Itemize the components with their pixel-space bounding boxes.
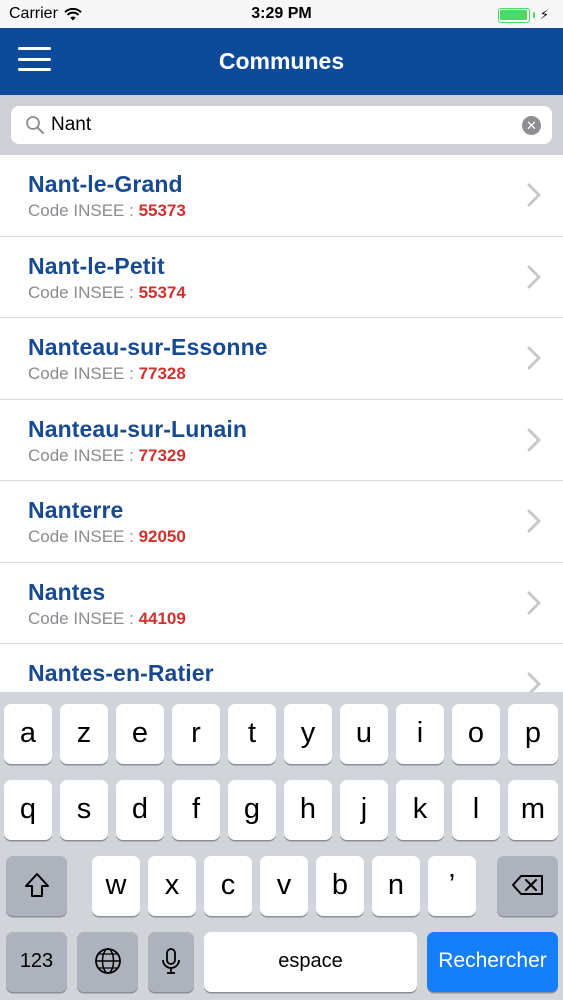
microphone-key[interactable]	[148, 932, 194, 992]
space-key[interactable]: espace	[204, 932, 417, 992]
key-z[interactable]: z	[60, 704, 108, 764]
commune-name: Nantes	[28, 578, 106, 605]
key-m[interactable]: m	[508, 780, 558, 840]
status-time: 3:29 PM	[251, 5, 312, 22]
key-b[interactable]: b	[316, 856, 364, 916]
key-x[interactable]: x	[148, 856, 196, 916]
search-icon	[26, 116, 44, 134]
key-o[interactable]: o	[452, 704, 500, 764]
key-e[interactable]: e	[116, 704, 164, 764]
key-h[interactable]: h	[284, 780, 332, 840]
globe-icon	[94, 948, 121, 974]
chevron-right-icon	[527, 183, 541, 207]
insee-code-value: 92050	[138, 527, 186, 546]
key-j[interactable]: j	[340, 780, 388, 840]
key-n[interactable]: n	[372, 856, 420, 916]
insee-code-value: 55374	[138, 282, 186, 302]
key-y[interactable]: y	[284, 704, 332, 764]
chevron-right-icon	[527, 591, 541, 614]
list-item[interactable]: Nanterre Code INSEE : 92050	[0, 481, 563, 563]
key-q[interactable]: q	[4, 780, 52, 840]
key-g[interactable]: g	[228, 780, 276, 840]
commune-name: Nanterre	[28, 497, 124, 523]
key-k[interactable]: k	[396, 780, 444, 840]
backspace-icon	[511, 875, 543, 895]
communes-list: Nant-le-Grand Code INSEE : 55373 Nant-le…	[0, 155, 563, 692]
search-field[interactable]: ✕	[11, 106, 552, 144]
clear-icon[interactable]: ✕	[522, 116, 541, 135]
search-bar: ✕	[0, 95, 563, 155]
commune-name: Nanteau-sur-Lunain	[28, 415, 248, 442]
insee-code-label: Code INSEE :	[28, 364, 139, 383]
insee-code: Code INSEE : 77329	[28, 446, 186, 466]
globe-key[interactable]	[77, 932, 138, 992]
commune-name: Nant-le-Grand	[28, 171, 183, 197]
key-w[interactable]: w	[92, 856, 140, 916]
chevron-right-icon	[527, 428, 541, 451]
charging-icon: ⚡	[539, 7, 549, 22]
insee-code-label: Code INSEE :	[28, 201, 139, 220]
insee-code-label: Code INSEE :	[28, 527, 139, 546]
key-v[interactable]: v	[260, 856, 308, 916]
list-item[interactable]: Nant-le-Grand Code INSEE : 55373	[0, 155, 563, 237]
shift-key[interactable]	[6, 856, 67, 916]
insee-code: Code INSEE : 44109	[28, 609, 186, 629]
key-l[interactable]: l	[452, 780, 500, 840]
key-u[interactable]: u	[340, 704, 388, 764]
shift-icon	[24, 873, 49, 897]
chevron-right-icon	[527, 509, 541, 533]
key-d[interactable]: d	[116, 780, 164, 840]
insee-code: Code INSEE : 77328	[28, 364, 186, 384]
list-item[interactable]: Nanteau-sur-Essonne Code INSEE : 77328	[0, 318, 563, 400]
key-p[interactable]: p	[508, 704, 558, 764]
key-s[interactable]: s	[60, 780, 108, 840]
search-input[interactable]	[51, 106, 511, 144]
nav-bar: Communes	[0, 28, 563, 95]
chevron-right-icon	[527, 346, 541, 370]
status-bar: Carrier 3:29 PM ⚡	[0, 0, 563, 28]
insee-code-value: 55373	[138, 201, 186, 220]
insee-code: Code INSEE : 92050	[28, 527, 186, 547]
chevron-right-icon	[527, 672, 541, 692]
commune-name: Nanteau-sur-Essonne	[28, 334, 268, 360]
list-item[interactable]: Nantes-en-Ratier	[0, 644, 563, 692]
delete-key[interactable]	[497, 856, 558, 916]
insee-code-value: 44109	[138, 608, 186, 628]
key-a[interactable]: a	[4, 704, 52, 764]
commune-name: Nantes-en-Ratier	[28, 660, 214, 686]
insee-code-label: Code INSEE :	[28, 282, 139, 302]
search-key[interactable]: Rechercher	[427, 932, 558, 992]
insee-code-label: Code INSEE :	[28, 608, 139, 628]
insee-code-label: Code INSEE :	[28, 445, 139, 465]
insee-code: Code INSEE : 55373	[28, 201, 186, 221]
insee-code: Code INSEE : 55374	[28, 283, 186, 303]
key-r[interactable]: r	[172, 704, 220, 764]
list-item[interactable]: Nanteau-sur-Lunain Code INSEE : 77329	[0, 400, 563, 481]
page-title: Communes	[218, 48, 345, 74]
keyboard: a z e r t y u i o p q s d f g h j k l m …	[0, 692, 563, 1000]
microphone-icon	[162, 948, 180, 974]
numbers-key[interactable]: 123	[6, 932, 67, 992]
insee-code-value: 77328	[138, 364, 186, 383]
key-apostrophe[interactable]: ’	[428, 856, 476, 916]
key-i[interactable]: i	[396, 704, 444, 764]
battery-icon: ⚡	[497, 7, 549, 23]
commune-name: Nant-le-Petit	[28, 252, 165, 279]
chevron-right-icon	[527, 265, 541, 288]
key-t[interactable]: t	[228, 704, 276, 764]
insee-code-value: 77329	[138, 445, 186, 465]
key-c[interactable]: c	[204, 856, 252, 916]
key-f[interactable]: f	[172, 780, 220, 840]
list-item[interactable]: Nant-le-Petit Code INSEE : 55374	[0, 237, 563, 318]
list-item[interactable]: Nantes Code INSEE : 44109	[0, 563, 563, 644]
